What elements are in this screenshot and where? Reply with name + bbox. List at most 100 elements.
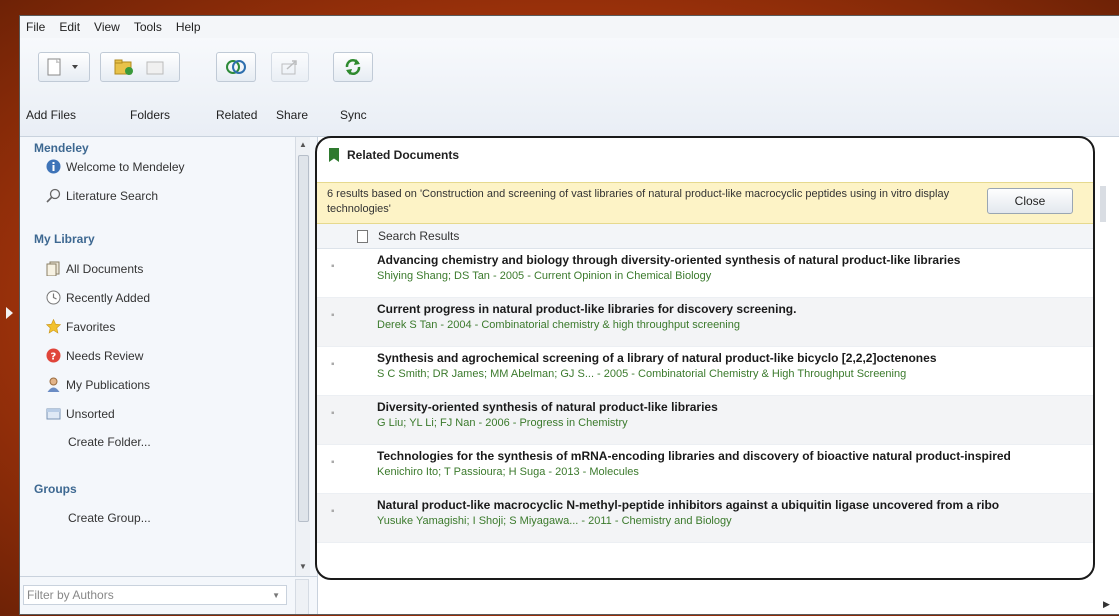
- sidebar-item-all-documents[interactable]: All Documents: [46, 261, 144, 277]
- search-icon: [46, 188, 61, 203]
- sidebar-item-favorites[interactable]: Favorites: [45, 318, 116, 334]
- scrollbar-thumb[interactable]: [298, 155, 309, 522]
- close-button[interactable]: Close: [987, 188, 1073, 214]
- result-row[interactable]: ▪ Synthesis and agrochemical screening o…: [317, 347, 1093, 396]
- library-sidebar: Mendeley Welcome to Mendeley Literature …: [20, 137, 318, 577]
- share-icon: [281, 60, 297, 75]
- row-marker-icon: ▪: [331, 261, 335, 272]
- sidebar-item-label: My Publications: [66, 377, 151, 392]
- result-row[interactable]: ▪ Current progress in natural product-li…: [317, 298, 1093, 347]
- documents-icon: [46, 261, 61, 277]
- folders-button[interactable]: [100, 52, 180, 82]
- create-folder-link[interactable]: Create Folder...: [68, 435, 151, 449]
- row-marker-icon: ▪: [331, 359, 335, 370]
- related-button[interactable]: [216, 52, 256, 82]
- result-title: Current progress in natural product-like…: [377, 302, 797, 316]
- result-meta: G Liu; YL Li; FJ Nan - 2006 - Progress i…: [377, 417, 628, 429]
- related-icon: [226, 60, 246, 74]
- sidebar-item-label: Literature Search: [66, 188, 159, 203]
- sidebar-item-literature-search[interactable]: Literature Search: [46, 188, 158, 203]
- sidebar-item-label: Welcome to Mendeley: [66, 159, 185, 174]
- mendeley-window: File Edit View Tools Help Add Files Fold…: [19, 15, 1119, 615]
- row-marker-icon: ▪: [331, 408, 335, 419]
- result-meta: Kenichiro Ito; T Passioura; H Suga - 201…: [377, 466, 639, 478]
- document-icon: [357, 229, 368, 243]
- sync-button[interactable]: [333, 52, 373, 82]
- search-results-label: Search Results: [378, 229, 460, 243]
- person-icon: [46, 377, 61, 392]
- sidebar-item-label: Recently Added: [66, 290, 151, 305]
- star-icon: [45, 318, 62, 334]
- filter-placeholder: Filter by Authors: [27, 588, 114, 602]
- chevron-down-icon: ▼: [272, 590, 280, 600]
- add-files-label: Add Files: [26, 108, 77, 122]
- row-marker-icon: ▪: [331, 506, 335, 517]
- info-icon: [46, 159, 61, 174]
- right-edge-strip: [1100, 186, 1106, 222]
- folder-icon: [114, 59, 164, 75]
- menu-help[interactable]: Help: [176, 20, 201, 34]
- menu-file[interactable]: File: [26, 20, 45, 34]
- result-row[interactable]: ▪ Technologies for the synthesis of mRNA…: [317, 445, 1093, 494]
- sidebar-item-label: Unsorted: [66, 406, 115, 421]
- result-title: Synthesis and agrochemical screening of …: [377, 351, 937, 365]
- groups-heading: Groups: [34, 482, 77, 496]
- scroll-up-icon[interactable]: ▲: [299, 140, 307, 149]
- search-results-header[interactable]: Search Results: [317, 224, 1093, 249]
- panel-header: Related Documents: [329, 148, 459, 162]
- related-label: Related: [216, 108, 258, 122]
- mendeley-heading: Mendeley: [34, 141, 89, 155]
- unsorted-folder-icon: [46, 406, 61, 421]
- add-file-icon: [47, 58, 78, 76]
- result-row[interactable]: ▪ Diversity-oriented synthesis of natura…: [317, 396, 1093, 445]
- add-files-button[interactable]: [38, 52, 90, 82]
- panel-title: Related Documents: [347, 148, 460, 162]
- sidebar-item-unsorted[interactable]: Unsorted: [46, 406, 115, 421]
- result-meta: Yusuke Yamagishi; I Shoji; S Miyagawa...…: [377, 515, 732, 527]
- row-marker-icon: ▪: [331, 457, 335, 468]
- bookmark-icon: [329, 148, 339, 162]
- toolbar: Add Files Folders Related Share Sync: [20, 38, 1119, 137]
- create-group-link[interactable]: Create Group...: [68, 511, 151, 525]
- share-button[interactable]: [271, 52, 309, 82]
- result-meta: S C Smith; DR James; MM Abelman; GJ S...…: [377, 368, 907, 380]
- result-title: Advancing chemistry and biology through …: [377, 253, 961, 267]
- sidebar-item-label: Favorites: [66, 319, 116, 334]
- my-library-heading: My Library: [34, 232, 95, 246]
- filter-by-authors-select[interactable]: Filter by Authors ▼: [23, 585, 287, 605]
- result-title: Diversity-oriented synthesis of natural …: [377, 400, 718, 414]
- result-row[interactable]: ▪ Natural product-like macrocyclic N-met…: [317, 494, 1093, 543]
- sidebar-item-label: All Documents: [66, 261, 144, 276]
- pointer-arrow-icon: [6, 307, 13, 319]
- result-meta: Derek S Tan - 2004 - Combinatorial chemi…: [377, 319, 740, 331]
- sidebar-item-needs-review[interactable]: ? Needs Review: [46, 348, 143, 363]
- related-documents-panel: Related Documents 6 results based on 'Co…: [315, 136, 1095, 580]
- sidebar-item-recently-added[interactable]: Recently Added: [46, 290, 150, 305]
- folders-label: Folders: [130, 108, 171, 122]
- result-title: Technologies for the synthesis of mRNA-e…: [377, 449, 1011, 463]
- result-title: Natural product-like macrocyclic N-methy…: [377, 498, 1000, 512]
- sidebar-item-label: Needs Review: [66, 348, 144, 363]
- share-label: Share: [276, 108, 309, 122]
- row-marker-icon: ▪: [331, 310, 335, 321]
- svg-text:?: ?: [51, 352, 57, 363]
- sidebar-item-my-publications[interactable]: My Publications: [46, 377, 150, 392]
- banner-text: 6 results based on 'Construction and scr…: [327, 188, 950, 215]
- right-edge-arrow-icon: ▶: [1103, 599, 1110, 609]
- menu-edit[interactable]: Edit: [59, 20, 80, 34]
- review-icon: ?: [46, 348, 61, 363]
- menu-tools[interactable]: Tools: [134, 20, 162, 34]
- filter-panel: Filter by Authors ▼: [20, 576, 318, 614]
- filter-scrollbar[interactable]: [295, 579, 309, 614]
- clock-icon: [46, 290, 61, 305]
- sync-label: Sync: [340, 108, 367, 122]
- result-meta: Shiying Shang; DS Tan - 2005 - Current O…: [377, 270, 712, 282]
- menu-view[interactable]: View: [94, 20, 120, 34]
- menu-bar: File Edit View Tools Help: [20, 16, 1119, 39]
- sync-icon: [345, 59, 361, 75]
- result-row[interactable]: ▪ Advancing chemistry and biology throug…: [317, 249, 1093, 298]
- sidebar-scrollbar[interactable]: ▲ ▼: [295, 137, 310, 577]
- related-info-banner: 6 results based on 'Construction and scr…: [317, 182, 1093, 224]
- sidebar-item-welcome[interactable]: Welcome to Mendeley: [46, 159, 185, 174]
- scroll-down-icon[interactable]: ▼: [299, 562, 307, 571]
